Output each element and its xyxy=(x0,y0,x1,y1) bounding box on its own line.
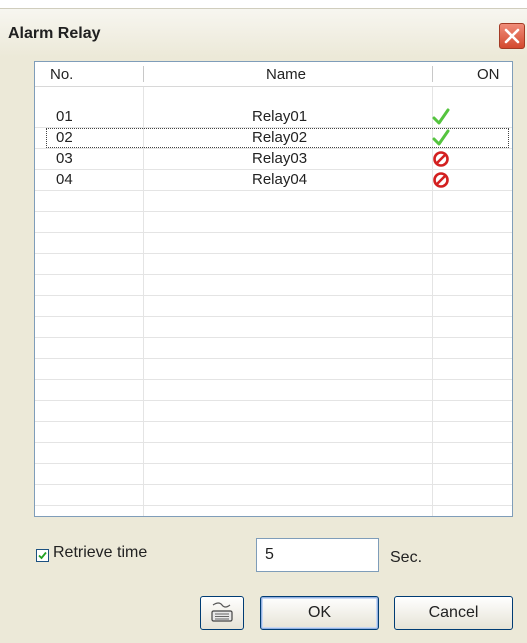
cell-name: Relay01 xyxy=(252,108,308,125)
ok-button[interactable]: OK xyxy=(260,596,379,630)
close-icon xyxy=(504,28,520,44)
grid-row-line xyxy=(35,190,512,191)
grid-row-line xyxy=(35,484,512,485)
cancel-button[interactable]: Cancel xyxy=(394,596,513,630)
grid-row-line xyxy=(35,442,512,443)
grid-row-line xyxy=(35,232,512,233)
cell-no: 04 xyxy=(56,171,73,188)
grid-header: No. Name ON xyxy=(35,62,512,87)
header-divider xyxy=(432,66,433,82)
title-bar: Alarm Relay xyxy=(0,9,527,57)
grid-row-line xyxy=(35,379,512,380)
column-header-no[interactable]: No. xyxy=(50,62,73,86)
seconds-label: Sec. xyxy=(390,549,423,566)
grid-row-line xyxy=(35,274,512,275)
checkmark-icon[interactable] xyxy=(432,108,450,126)
grid-column-line xyxy=(143,87,144,516)
grid-row-line xyxy=(35,316,512,317)
cell-name: Relay03 xyxy=(252,150,308,167)
cell-name: Relay04 xyxy=(252,171,308,188)
cell-no: 03 xyxy=(56,150,73,167)
retrieve-time-label[interactable]: Retrieve time xyxy=(53,544,147,562)
keyboard-button[interactable] xyxy=(200,596,244,630)
column-header-name[interactable]: Name xyxy=(266,62,306,86)
cell-name: Relay02 xyxy=(252,129,308,146)
header-divider xyxy=(143,66,144,82)
grid-row-line xyxy=(35,295,512,296)
grid-row-line xyxy=(35,211,512,212)
grid-row-line xyxy=(35,463,512,464)
checkmark-icon[interactable] xyxy=(432,129,450,147)
grid-row-line xyxy=(35,505,512,506)
grid-row-line xyxy=(35,358,512,359)
cell-no: 02 xyxy=(56,129,73,146)
grid-row-line xyxy=(35,337,512,338)
grid-row-line xyxy=(35,253,512,254)
grid-row-line xyxy=(35,400,512,401)
keyboard-icon xyxy=(211,602,233,622)
prohibited-icon[interactable] xyxy=(432,171,450,189)
relay-grid[interactable]: No. Name ON 01 Relay01 02 Relay02 03 Rel… xyxy=(34,61,513,517)
retrieve-time-checkbox[interactable] xyxy=(36,549,49,562)
grid-row-line xyxy=(35,421,512,422)
prohibited-icon[interactable] xyxy=(432,150,450,168)
window-title: Alarm Relay xyxy=(8,25,101,42)
cell-no: 01 xyxy=(56,108,73,125)
retrieve-time-input[interactable] xyxy=(256,538,379,572)
checkmark-icon xyxy=(38,551,47,560)
close-button[interactable] xyxy=(499,23,525,49)
column-header-on[interactable]: ON xyxy=(477,62,500,86)
